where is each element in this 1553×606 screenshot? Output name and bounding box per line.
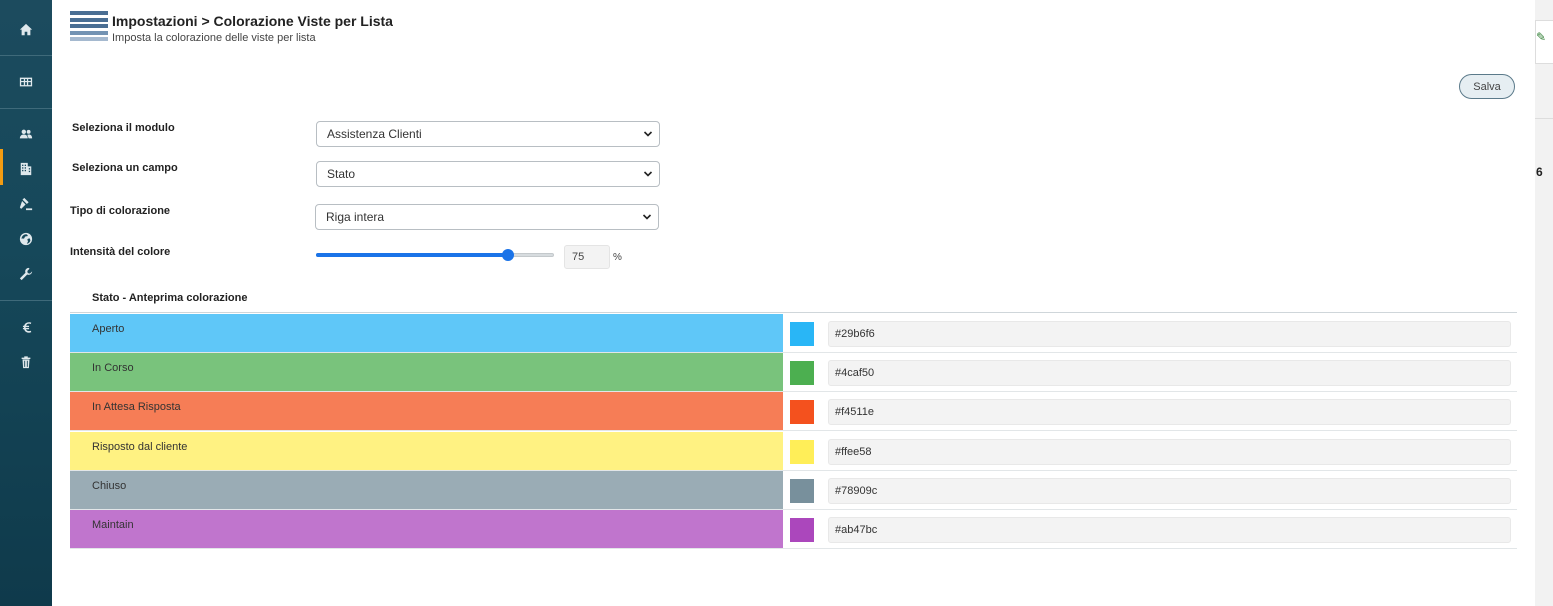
grid-icon [19, 77, 33, 87]
preview-row: Risposto dal cliente #ffee58 [70, 431, 1517, 471]
row-color-preview: Aperto [70, 314, 783, 353]
hex-color-input[interactable]: #78909c [828, 477, 1511, 504]
module-select[interactable]: Assistenza Clienti [316, 121, 660, 147]
euro-icon [22, 322, 32, 333]
list-view-icon [70, 11, 108, 48]
row-color-preview: Maintain [70, 510, 783, 549]
sidebar-item-finance[interactable] [0, 313, 52, 341]
chevron-down-icon [642, 214, 652, 220]
color-swatch[interactable] [790, 361, 814, 386]
intensity-slider-fill [316, 253, 506, 257]
coloring-type-select-value: Riga intera [326, 210, 385, 224]
wrench-icon [19, 267, 33, 281]
hex-color-input[interactable]: #ffee58 [828, 438, 1511, 465]
module-select-value: Assistenza Clienti [327, 127, 422, 141]
row-color-preview: Risposto dal cliente [70, 431, 783, 471]
users-icon [19, 129, 33, 139]
chevron-down-icon [643, 171, 653, 177]
color-swatch[interactable] [790, 518, 814, 542]
color-swatch[interactable] [790, 439, 814, 464]
hex-color-input[interactable]: #f4511e [828, 399, 1511, 426]
hex-color-input[interactable]: #29b6f6 [828, 321, 1511, 347]
sidebar-item-trash[interactable] [0, 348, 52, 376]
sidebar-item-companies[interactable] [0, 149, 52, 185]
intensity-unit: % [613, 252, 622, 263]
preview-row: Aperto #29b6f6 [70, 314, 1517, 353]
sidebar-item-dashboard[interactable] [0, 68, 52, 96]
preview-row: In Attesa Risposta #f4511e [70, 392, 1517, 432]
building-icon [20, 162, 32, 176]
gavel-icon [19, 197, 33, 211]
row-color-preview: In Attesa Risposta [70, 392, 783, 432]
intensity-label: Intensità del colore [70, 246, 171, 258]
home-icon [19, 23, 33, 36]
sidebar-item-home[interactable] [0, 16, 52, 44]
intensity-slider-thumb[interactable] [501, 249, 514, 261]
status-label: Maintain [92, 519, 134, 531]
chevron-down-icon [643, 131, 653, 137]
color-swatch[interactable] [790, 400, 814, 425]
globe-icon [19, 232, 33, 246]
sidebar [0, 0, 52, 606]
right-panel-number: 6 [1536, 165, 1543, 179]
field-select-value: Stato [327, 167, 356, 181]
sidebar-item-tools[interactable] [0, 260, 52, 288]
field-select[interactable]: Stato [316, 161, 660, 187]
intensity-input[interactable]: 75 [564, 245, 610, 269]
right-side-panel: ✎ 6 [1535, 0, 1553, 606]
status-label: Aperto [92, 323, 125, 335]
module-label: Seleziona il modulo [72, 122, 175, 134]
coloring-type-label: Tipo di colorazione [70, 205, 171, 217]
color-swatch[interactable] [790, 478, 814, 503]
color-swatch[interactable] [790, 322, 814, 346]
status-label: Chiuso [92, 479, 127, 492]
save-button[interactable]: Salva [1459, 74, 1515, 99]
sidebar-item-legal[interactable] [0, 190, 52, 218]
row-color-preview: In Corso [70, 353, 783, 393]
page-title: Impostazioni > Colorazione Viste per Lis… [112, 13, 393, 29]
field-label: Seleziona un campo [72, 162, 178, 174]
trash-icon [21, 356, 31, 369]
status-label: In Attesa Risposta [92, 401, 181, 414]
status-label: Risposto dal cliente [92, 440, 188, 453]
preview-row: In Corso #4caf50 [70, 353, 1517, 393]
preview-row: Maintain #ab47bc [70, 510, 1517, 549]
sidebar-item-web[interactable] [0, 225, 52, 253]
preview-title: Stato - Anteprima colorazione [92, 292, 248, 304]
coloring-type-select[interactable]: Riga intera [315, 204, 659, 230]
status-label: In Corso [92, 362, 134, 375]
sidebar-item-contacts[interactable] [0, 120, 52, 148]
preview-row: Chiuso #78909c [70, 470, 1517, 510]
row-color-preview: Chiuso [70, 470, 783, 510]
hex-color-input[interactable]: #ab47bc [828, 517, 1511, 543]
hex-color-input[interactable]: #4caf50 [828, 360, 1511, 387]
page-subtitle: Imposta la colorazione delle viste per l… [112, 32, 316, 44]
edit-icon[interactable]: ✎ [1536, 30, 1546, 44]
